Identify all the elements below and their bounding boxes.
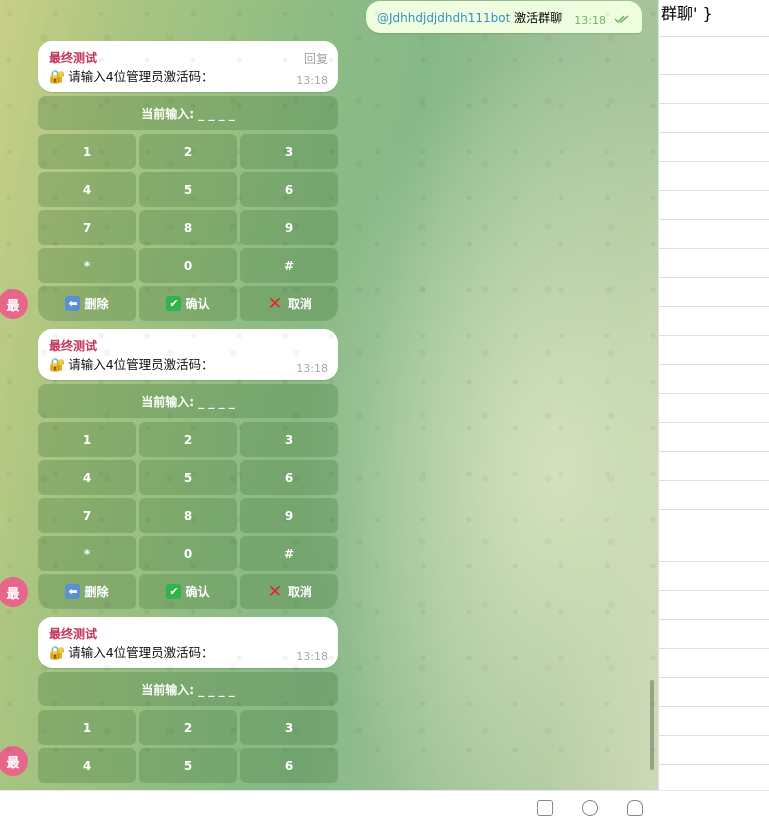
key-4[interactable]: 4 bbox=[38, 460, 136, 495]
message-text: 请输入4位管理员激活码： bbox=[68, 69, 214, 84]
key-6[interactable]: 6 bbox=[240, 460, 338, 495]
key-7[interactable]: 7 bbox=[38, 210, 136, 245]
message-bubble[interactable]: 最终测试 回复 🔐 请输入4位管理员激活码： 13:18 bbox=[38, 41, 338, 92]
key-1[interactable]: 1 bbox=[38, 422, 136, 457]
message-time: 13:18 bbox=[296, 74, 328, 87]
key-3[interactable]: 3 bbox=[240, 422, 338, 457]
key-0[interactable]: 0 bbox=[139, 536, 237, 571]
key-3[interactable]: 3 bbox=[240, 134, 338, 169]
emoji-icon[interactable] bbox=[537, 800, 553, 816]
current-input-button[interactable]: 当前输入: _ _ _ _ bbox=[38, 672, 338, 706]
message-text: 请输入4位管理员激活码： bbox=[68, 645, 214, 660]
cross-icon: ✕ bbox=[267, 581, 283, 602]
sender-name[interactable]: 最终测试 bbox=[49, 625, 97, 642]
key-star[interactable]: * bbox=[38, 536, 136, 571]
delete-button[interactable]: ⬅ 删除 bbox=[38, 286, 136, 321]
message-time: 13:18 bbox=[296, 650, 328, 663]
key-4[interactable]: 4 bbox=[38, 748, 136, 783]
bottom-toolbar bbox=[0, 790, 769, 816]
key-hash[interactable]: # bbox=[240, 248, 338, 283]
inline-keyboard: 当前输入: _ _ _ _ 123 456 789 * 0 # ⬅ 删除 ✔ 确认 ✕ 取… bbox=[38, 96, 338, 321]
microphone-icon[interactable] bbox=[627, 800, 643, 816]
key-0[interactable]: 0 bbox=[139, 248, 237, 283]
key-6[interactable]: 6 bbox=[240, 748, 338, 783]
back-arrow-icon: ⬅ bbox=[65, 296, 81, 311]
message-time: 13:18 bbox=[296, 362, 328, 375]
sender-name[interactable]: 最终测试 bbox=[49, 49, 97, 66]
inline-keyboard: 当前输入: _ _ _ _ 123 456 789 * 0 # ⬅ 删除 ✔ 确认 ✕ 取… bbox=[38, 384, 338, 609]
cancel-button[interactable]: ✕ 取消 bbox=[240, 286, 338, 321]
check-mark-icon: ✔ bbox=[166, 296, 182, 311]
key-2[interactable]: 2 bbox=[139, 134, 237, 169]
avatar[interactable]: 最 bbox=[0, 746, 28, 776]
sender-name[interactable]: 最终测试 bbox=[49, 337, 97, 354]
message-bubble[interactable]: 最终测试 🔐 请输入4位管理员激活码： 13:18 bbox=[38, 617, 338, 668]
message-time: 13:18 bbox=[574, 14, 606, 27]
key-5[interactable]: 5 bbox=[139, 748, 237, 783]
key-7[interactable]: 7 bbox=[38, 498, 136, 533]
timer-icon[interactable] bbox=[582, 800, 598, 816]
confirm-button[interactable]: ✔ 确认 bbox=[139, 286, 237, 321]
bot-message-3: 最终测试 🔐 请输入4位管理员激活码： 13:18 当前输入: _ _ _ _ 1… bbox=[38, 617, 338, 786]
avatar[interactable]: 最 bbox=[0, 577, 28, 607]
key-9[interactable]: 9 bbox=[240, 210, 338, 245]
key-6[interactable]: 6 bbox=[240, 172, 338, 207]
key-5[interactable]: 5 bbox=[139, 172, 237, 207]
key-1[interactable]: 1 bbox=[38, 134, 136, 169]
avatar[interactable]: 最 bbox=[0, 289, 28, 319]
key-star[interactable]: * bbox=[38, 248, 136, 283]
confirm-button[interactable]: ✔ 确认 bbox=[139, 574, 237, 609]
lock-key-icon: 🔐 bbox=[49, 70, 66, 85]
side-panel bbox=[658, 0, 769, 790]
reply-button[interactable]: 回复 bbox=[304, 50, 328, 67]
key-9[interactable]: 9 bbox=[240, 498, 338, 533]
key-8[interactable]: 8 bbox=[139, 498, 237, 533]
bot-message-2: 最终测试 🔐 请输入4位管理员激活码： 13:18 当前输入: _ _ _ _ 1… bbox=[38, 329, 338, 612]
outgoing-text: 激活群聊 bbox=[514, 11, 563, 25]
double-check-icon bbox=[614, 15, 629, 24]
message-bubble[interactable]: 最终测试 🔐 请输入4位管理员激活码： 13:18 bbox=[38, 329, 338, 380]
bot-mention-link[interactable]: @Jdhhdjdjdhdh111bot bbox=[377, 11, 510, 25]
key-4[interactable]: 4 bbox=[38, 172, 136, 207]
lock-key-icon: 🔐 bbox=[49, 358, 66, 373]
key-2[interactable]: 2 bbox=[139, 422, 237, 457]
back-arrow-icon: ⬅ bbox=[65, 584, 81, 599]
chat-scrollbar[interactable] bbox=[650, 680, 654, 770]
lock-key-icon: 🔐 bbox=[49, 646, 66, 661]
key-hash[interactable]: # bbox=[240, 536, 338, 571]
message-text: 请输入4位管理员激活码： bbox=[68, 357, 214, 372]
outgoing-message[interactable]: @Jdhhdjdjdhdh111bot 激活群聊 13:18 bbox=[366, 1, 642, 33]
key-1[interactable]: 1 bbox=[38, 710, 136, 745]
cancel-button[interactable]: ✕ 取消 bbox=[240, 574, 338, 609]
delete-button[interactable]: ⬅ 删除 bbox=[38, 574, 136, 609]
key-3[interactable]: 3 bbox=[240, 710, 338, 745]
chat-background: @Jdhhdjdjdhdh111bot 激活群聊 13:18 最终测试 回复 🔐… bbox=[0, 0, 658, 790]
key-2[interactable]: 2 bbox=[139, 710, 237, 745]
key-5[interactable]: 5 bbox=[139, 460, 237, 495]
check-mark-icon: ✔ bbox=[166, 584, 182, 599]
key-8[interactable]: 8 bbox=[139, 210, 237, 245]
inline-keyboard: 当前输入: _ _ _ _ 123 456 bbox=[38, 672, 338, 783]
code-snippet: 群聊' } bbox=[661, 4, 713, 23]
bot-message-1: 最终测试 回复 🔐 请输入4位管理员激活码： 13:18 当前输入: _ _ _ … bbox=[38, 41, 338, 324]
cross-icon: ✕ bbox=[267, 293, 283, 314]
current-input-button[interactable]: 当前输入: _ _ _ _ bbox=[38, 96, 338, 130]
current-input-button[interactable]: 当前输入: _ _ _ _ bbox=[38, 384, 338, 418]
